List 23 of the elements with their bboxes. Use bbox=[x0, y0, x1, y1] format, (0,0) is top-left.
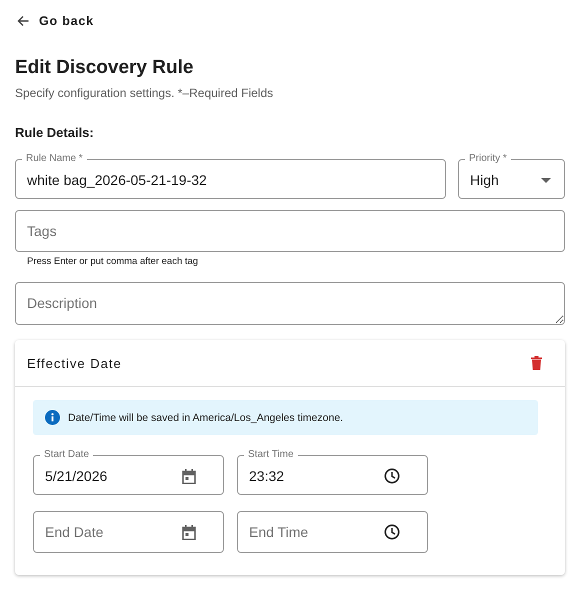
dropdown[interactable]: Priority * High bbox=[458, 154, 565, 199]
caret-down-icon bbox=[541, 178, 551, 182]
input-field[interactable]: End Time bbox=[237, 511, 428, 553]
page-title: Edit Discovery Rule bbox=[15, 56, 194, 80]
calendar-icon[interactable] bbox=[182, 468, 196, 484]
input-field[interactable]: End Date bbox=[33, 511, 224, 553]
clock-icon[interactable] bbox=[384, 468, 400, 484]
input-field[interactable]: Description bbox=[15, 282, 565, 325]
arrow-left-icon bbox=[17, 15, 29, 27]
calendar-icon[interactable] bbox=[182, 524, 196, 540]
page-subtitle: Specify configuration settings. *–Required Fields bbox=[15, 86, 274, 100]
info-text: Date/Time will be saved in America/Los_Angeles timezone. bbox=[68, 412, 344, 424]
clock-icon[interactable] bbox=[384, 524, 400, 540]
section-title: Rule Details: bbox=[15, 125, 95, 140]
input-field[interactable]: Start Time 23:32 bbox=[237, 450, 428, 495]
trash-icon[interactable] bbox=[531, 356, 542, 370]
input-field[interactable]: Rule Name * white bag_2026-05-21-19-32 bbox=[15, 154, 446, 199]
input-field[interactable]: Tags bbox=[15, 210, 565, 252]
input-field[interactable]: Start Date 5/21/2026 bbox=[33, 450, 224, 495]
back-link[interactable]: Go back bbox=[17, 14, 94, 28]
helper-text: Press Enter or put comma after each tag bbox=[27, 256, 200, 267]
info-icon bbox=[45, 410, 60, 425]
card-title: Effective Date bbox=[27, 356, 122, 370]
